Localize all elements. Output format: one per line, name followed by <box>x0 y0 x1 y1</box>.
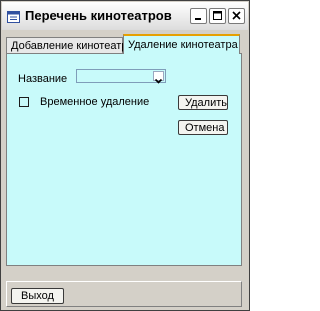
window-title: Перечень кинотеатров <box>25 8 172 23</box>
title-bar[interactable]: Перечень кинотеатров <box>2 2 248 30</box>
app-window: Перечень кинотеатров Добавление кинотеат… <box>0 0 250 311</box>
form-icon <box>7 10 20 23</box>
close-icon <box>232 11 241 20</box>
close-button[interactable] <box>228 8 245 24</box>
footer-panel: Выход <box>6 281 242 307</box>
minimize-button[interactable] <box>190 8 207 24</box>
minimize-icon <box>195 18 201 20</box>
chevron-down-icon[interactable] <box>153 71 164 84</box>
name-select[interactable] <box>76 69 166 84</box>
delete-button[interactable]: Удалить <box>178 95 228 110</box>
maximize-icon <box>213 11 222 20</box>
tab-delete-cinema[interactable]: Удаление кинотеатра <box>123 34 240 54</box>
name-label: Название <box>18 73 68 85</box>
tab-control: Добавление кинотеатра Удаление кинотеатр… <box>6 34 242 266</box>
exit-button[interactable]: Выход <box>11 288 64 304</box>
tab-add-cinema[interactable]: Добавление кинотеатра <box>6 37 133 54</box>
temp-delete-label: Временное удаление <box>40 96 150 108</box>
cancel-button[interactable]: Отмена <box>178 120 228 135</box>
maximize-button[interactable] <box>209 8 226 24</box>
delete-cinema-panel: Название Временное удаление Удалить Отме… <box>6 53 242 266</box>
temp-delete-checkbox[interactable] <box>19 97 29 107</box>
